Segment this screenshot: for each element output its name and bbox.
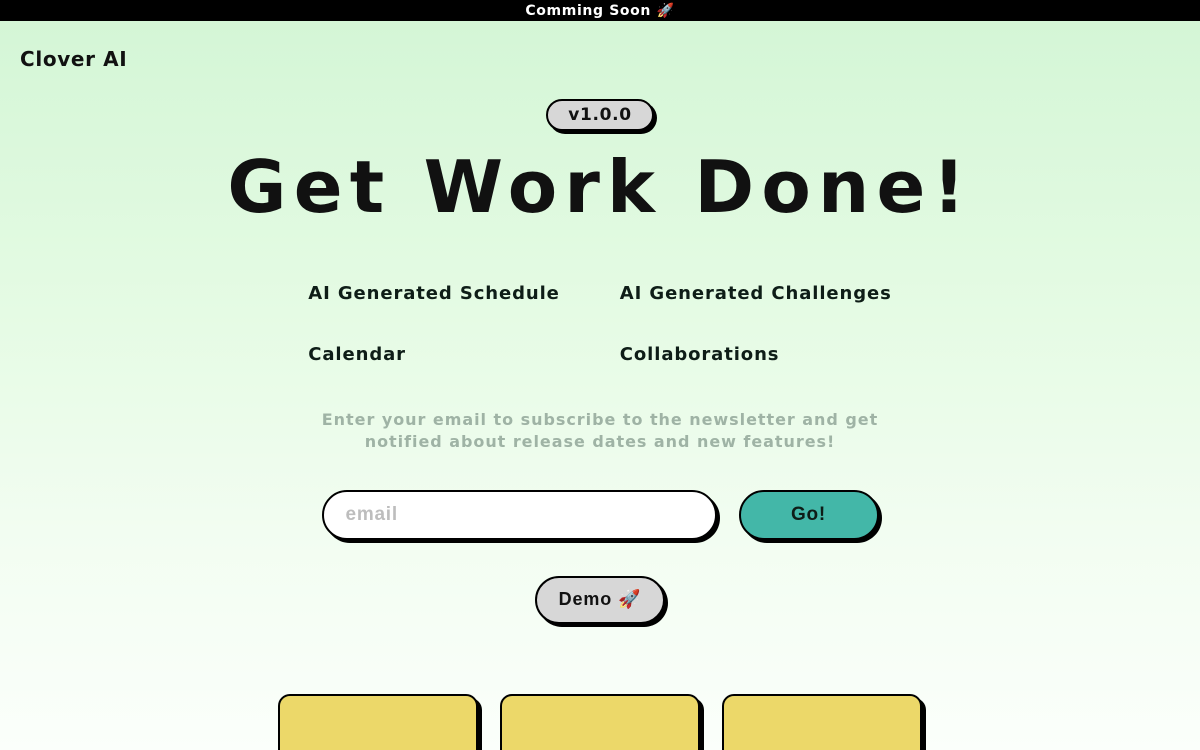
newsletter-form: Go!	[322, 490, 879, 540]
version-badge: v1.0.0	[546, 99, 654, 131]
feature-card	[500, 694, 700, 750]
feature-schedule: AI Generated Schedule	[308, 283, 560, 304]
feature-collaborations: Collaborations	[620, 344, 892, 365]
demo-button[interactable]: Demo 🚀	[535, 576, 666, 624]
feature-grid: AI Generated Schedule AI Generated Chall…	[308, 283, 891, 365]
email-field[interactable]	[322, 490, 717, 540]
newsletter-copy: Enter your email to subscribe to the new…	[310, 409, 890, 454]
subscribe-button[interactable]: Go!	[739, 490, 879, 540]
page-body: Clover AI v1.0.0 Get Work Done! AI Gener…	[0, 21, 1200, 750]
hero-section: v1.0.0 Get Work Done! AI Generated Sched…	[20, 99, 1180, 750]
feature-calendar: Calendar	[308, 344, 560, 365]
brand-name: Clover AI	[20, 41, 1180, 71]
feature-card	[278, 694, 478, 750]
demo-row: Demo 🚀	[535, 576, 666, 624]
feature-card	[722, 694, 922, 750]
announcement-bar: Comming Soon 🚀	[0, 0, 1200, 21]
announcement-text: Comming Soon 🚀	[525, 3, 674, 19]
feature-cards-row	[278, 694, 922, 750]
feature-challenges: AI Generated Challenges	[620, 283, 892, 304]
hero-title: Get Work Done!	[227, 145, 972, 229]
